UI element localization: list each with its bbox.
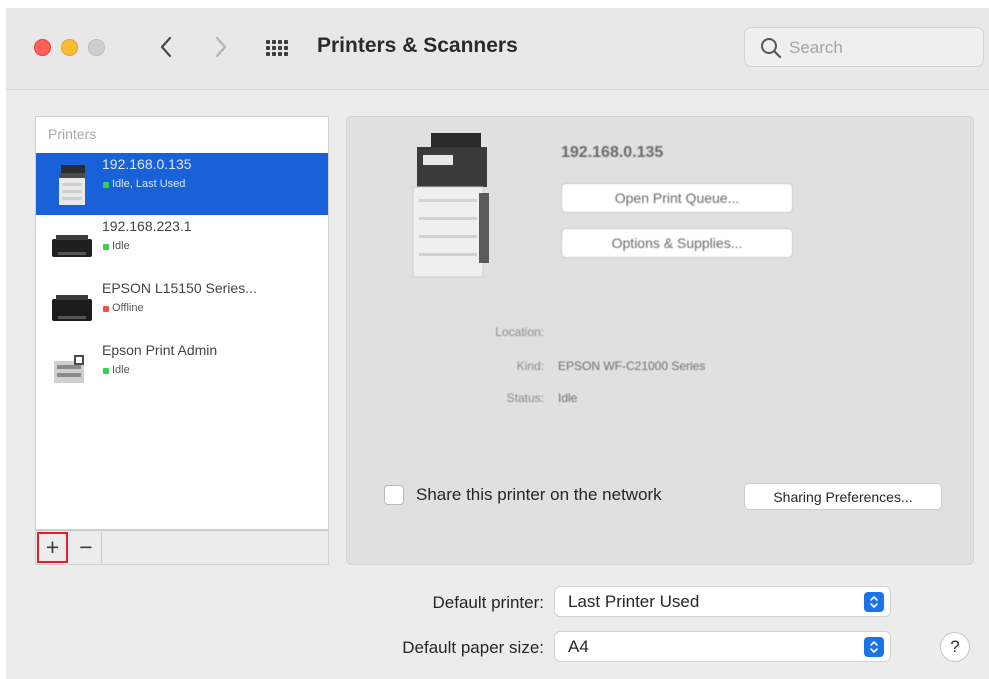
toolbar: Printers & Scanners [6,8,989,90]
minimize-window-button[interactable] [61,39,78,56]
forward-button[interactable] [207,30,235,64]
status-value: Idle [558,391,578,405]
status-dot [103,368,109,374]
default-printer-value: Last Printer Used [568,592,700,611]
add-printer-button[interactable]: + [37,532,68,563]
share-printer-row: Share this printer on the network [384,481,662,509]
printer-list-footer: + − [35,530,329,565]
printer-name: 192.168.223.1 [102,218,192,234]
popup-arrows-icon [864,637,884,657]
window-title: Printers & Scanners [317,34,518,57]
printer-detail-pane: 192.168.0.135 Open Print Queue... Option… [346,116,974,565]
printer-item-192-168-223-1[interactable]: 192.168.223.1 Idle [36,215,328,277]
inkjet-printer-icon [52,295,92,321]
sharing-preferences-button[interactable]: Sharing Preferences... [744,483,942,510]
search-icon [761,38,782,59]
open-print-queue-button[interactable]: Open Print Queue... [561,183,793,213]
chevron-left-icon [160,36,172,58]
show-all-grid-button[interactable] [264,34,292,62]
zoom-window-button[interactable] [88,39,105,56]
status-label: Status: [506,391,544,405]
help-button[interactable]: ? [940,632,970,662]
close-window-button[interactable] [34,39,51,56]
printer-list-header: Printers [48,126,97,142]
chevron-right-icon [215,36,227,58]
multifunction-printer-icon [59,165,85,205]
printer-name: EPSON L15150 Series... [102,280,257,296]
default-paper-size-select[interactable]: A4 [554,631,891,662]
status-dot [103,306,109,312]
status-dot [103,244,109,250]
options-supplies-button[interactable]: Options & Supplies... [561,228,793,258]
print-server-icon [54,355,84,383]
printer-name: 192.168.0.135 [102,156,192,172]
location-label: Location: [495,325,544,339]
printer-item-epson-print-admin[interactable]: Epson Print Admin Idle [36,339,328,401]
default-printer-select[interactable]: Last Printer Used [554,586,891,617]
share-printer-label[interactable]: Share this printer on the network [416,485,662,505]
share-printer-checkbox[interactable] [384,485,404,505]
printer-large-icon [412,133,489,278]
printers-scanners-window: Printers & Scanners Printers 192.168.0.1… [6,8,989,679]
kind-label: Kind: [516,359,544,373]
printer-status: Idle, Last Used [112,178,186,190]
printer-status: Offline [112,302,144,314]
selected-printer-name: 192.168.0.135 [561,144,664,161]
printer-status: Idle [112,364,130,376]
remove-printer-button[interactable]: − [71,532,102,563]
search-input[interactable] [789,36,969,60]
back-button[interactable] [152,30,180,64]
printer-status: Idle [112,240,130,252]
default-paper-size-value: A4 [568,637,589,656]
popup-arrows-icon [864,592,884,612]
default-printer-label: Default printer: [432,593,545,612]
search-field[interactable] [744,27,984,67]
inkjet-printer-icon [52,235,92,257]
printer-item-epson-l15150[interactable]: EPSON L15150 Series... Offline [36,277,328,339]
printer-name: Epson Print Admin [102,342,218,358]
kind-value: EPSON WF-C21000 Series [558,359,706,373]
default-paper-size-label: Default paper size: [402,638,544,657]
status-dot [103,182,109,188]
printer-list: Printers 192.168.0.135 Idle, Last Used 1… [35,116,329,530]
printer-item-192-168-0-135[interactable]: 192.168.0.135 Idle, Last Used [36,153,328,215]
